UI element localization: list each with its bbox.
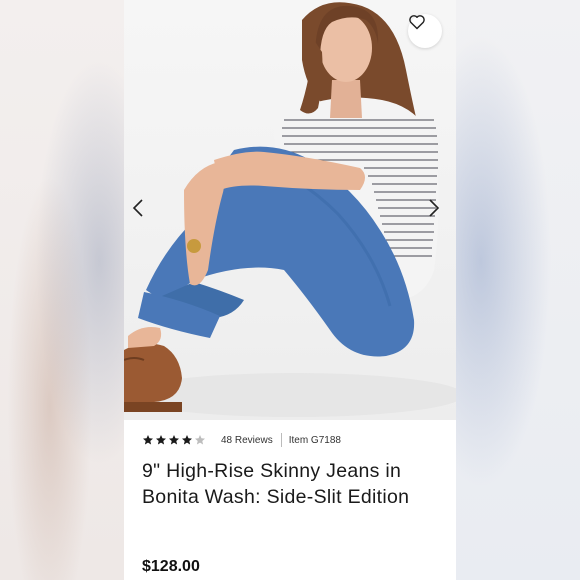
- previous-image-button[interactable]: [132, 198, 154, 224]
- product-price: $128.00: [142, 558, 200, 575]
- star-rating[interactable]: [142, 434, 207, 446]
- star-icon: [169, 435, 179, 445]
- star-icon: [195, 435, 205, 445]
- star-icon: [182, 435, 192, 445]
- product-meta: 48 Reviews Item G7188: [142, 431, 341, 449]
- model-photo: [124, 2, 456, 417]
- product-image[interactable]: [124, 0, 456, 420]
- next-image-button[interactable]: [428, 198, 450, 224]
- blurred-background-left: [0, 0, 124, 580]
- reviews-link[interactable]: 48 Reviews: [221, 435, 273, 446]
- divider: [280, 433, 282, 447]
- blurred-background-right: [456, 0, 580, 580]
- product-title: 9" High-Rise Skinny Jeans in Bonita Wash…: [142, 460, 410, 508]
- star-icon: [156, 435, 166, 445]
- product-card: 48 Reviews Item G7188 9" High-Rise Skinn…: [124, 0, 456, 580]
- star-icon: [143, 435, 153, 445]
- item-number: Item G7188: [288, 434, 341, 446]
- favorite-button[interactable]: [408, 14, 442, 48]
